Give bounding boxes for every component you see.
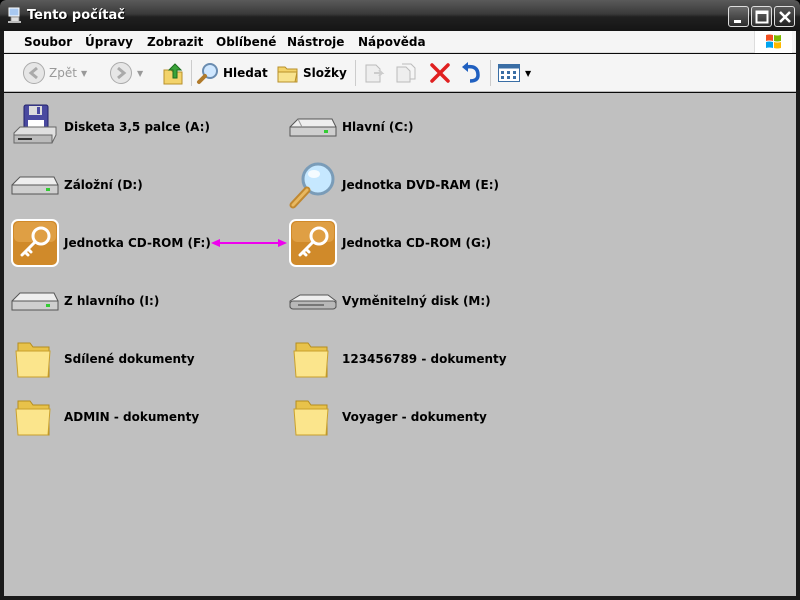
my-computer-icon: [8, 7, 21, 23]
hard-drive-icon: [10, 277, 60, 325]
key-icon: [10, 219, 60, 267]
up-folder-icon: [163, 63, 183, 85]
search-label: Hledat: [223, 66, 268, 80]
toolbar-separator: [355, 60, 356, 86]
hard-drive-icon: [10, 161, 60, 209]
list-item-cdrom-g[interactable]: Jednotka CD-ROM (G:): [288, 219, 491, 267]
menu-favorites[interactable]: Oblíbené: [216, 35, 276, 49]
window-border-bottom: [0, 596, 800, 600]
list-item-voyager-documents[interactable]: Voyager - dokumenty: [288, 393, 487, 441]
double-arrow-annotation: [211, 239, 287, 247]
menu-help[interactable]: Nápověda: [358, 35, 426, 49]
folders-label: Složky: [303, 66, 347, 80]
item-label: Hlavní (C:): [342, 120, 414, 134]
delete-button[interactable]: [428, 59, 452, 87]
back-label: Zpět: [49, 66, 77, 80]
list-item-removable-m[interactable]: Vyměnitelný disk (M:): [288, 277, 491, 325]
item-label: Sdílené dokumenty: [64, 352, 195, 366]
forward-dropdown-icon[interactable]: ▼: [137, 69, 143, 78]
floppy-drive-icon: [10, 103, 60, 151]
move-to-icon: [365, 64, 385, 83]
close-button[interactable]: [774, 6, 795, 27]
toolbar-separator: [191, 60, 192, 86]
item-label: 123456789 - dokumenty: [342, 352, 507, 366]
item-label: Záložní (D:): [64, 178, 143, 192]
drives-and-folders-view: Disketa 3,5 palce (A:) Hlavní (C:) Zálož…: [4, 93, 796, 596]
delete-x-icon: [430, 63, 450, 83]
list-item-admin-documents[interactable]: ADMIN - dokumenty: [10, 393, 199, 441]
windows-logo: [754, 31, 792, 53]
item-label: Z hlavního (I:): [64, 294, 160, 308]
item-label: Voyager - dokumenty: [342, 410, 487, 424]
back-arrow-icon: [23, 62, 45, 84]
menu-tools[interactable]: Nástroje: [287, 35, 344, 49]
minimize-button[interactable]: [728, 6, 749, 27]
list-item-dvd-ram-e[interactable]: Jednotka DVD-RAM (E:): [288, 161, 499, 209]
windows-flag-icon: [766, 34, 781, 49]
up-folder-button[interactable]: [161, 59, 185, 87]
views-button[interactable]: ▼: [497, 59, 531, 87]
copy-to-button[interactable]: [394, 59, 418, 87]
list-item-drive-c[interactable]: Hlavní (C:): [288, 103, 413, 151]
list-item-cdrom-f[interactable]: Jednotka CD-ROM (F:): [10, 219, 211, 267]
folder-icon: [10, 393, 60, 441]
item-label: ADMIN - dokumenty: [64, 410, 200, 424]
menu-file[interactable]: Soubor: [24, 35, 72, 49]
list-item-drive-i[interactable]: Z hlavního (I:): [10, 277, 159, 325]
copy-to-icon: [396, 63, 416, 83]
folder-icon: [10, 335, 60, 383]
window-title: Tento počítač: [27, 8, 125, 23]
item-label: Vyměnitelný disk (M:): [342, 294, 491, 308]
hard-drive-icon: [288, 103, 338, 151]
magnifier-icon: [288, 161, 338, 209]
undo-button[interactable]: [459, 59, 483, 87]
item-label: Jednotka CD-ROM (F:): [64, 236, 211, 250]
forward-button[interactable]: ▼: [109, 59, 143, 87]
window-border-right: [796, 31, 800, 600]
minimize-icon: [734, 20, 741, 23]
maximize-button[interactable]: [751, 6, 772, 27]
list-item-floppy-a[interactable]: Disketa 3,5 palce (A:): [10, 103, 210, 151]
menu-edit[interactable]: Úpravy: [85, 35, 133, 49]
menu-bar: Soubor Úpravy Zobrazit Oblíbené Nástroje…: [4, 31, 796, 53]
toolbar: Zpět ▼ ▼ Hledat Složky ▼: [4, 54, 796, 92]
move-to-button[interactable]: [362, 59, 386, 87]
item-label: Disketa 3,5 palce (A:): [64, 120, 210, 134]
list-item-shared-documents[interactable]: Sdílené dokumenty: [10, 335, 195, 383]
explorer-window: Tento počítač Soubor Úpravy Zobrazit Obl…: [0, 0, 800, 600]
forward-arrow-icon: [110, 62, 132, 84]
folder-icon: [288, 393, 338, 441]
search-icon: [197, 63, 218, 84]
maximize-icon: [755, 10, 769, 24]
toolbar-separator: [490, 60, 491, 86]
search-button[interactable]: Hledat: [196, 59, 268, 87]
list-item-drive-d[interactable]: Záložní (D:): [10, 161, 143, 209]
folder-icon: [288, 335, 338, 383]
removable-disk-icon: [288, 277, 338, 325]
title-bar[interactable]: Tento počítač: [0, 0, 800, 31]
views-dropdown-icon[interactable]: ▼: [525, 69, 531, 78]
key-icon: [288, 219, 338, 267]
back-dropdown-icon[interactable]: ▼: [81, 69, 87, 78]
menu-view[interactable]: Zobrazit: [147, 35, 203, 49]
folders-icon: [277, 66, 298, 83]
undo-icon: [462, 62, 480, 83]
list-item-user-documents[interactable]: 123456789 - dokumenty: [288, 335, 507, 383]
close-icon: [779, 11, 791, 23]
item-label: Jednotka CD-ROM (G:): [342, 236, 492, 250]
folders-button[interactable]: Složky: [276, 59, 347, 87]
views-icon: [498, 64, 520, 82]
back-button[interactable]: Zpět ▼: [22, 59, 87, 87]
item-label: Jednotka DVD-RAM (E:): [342, 178, 499, 192]
